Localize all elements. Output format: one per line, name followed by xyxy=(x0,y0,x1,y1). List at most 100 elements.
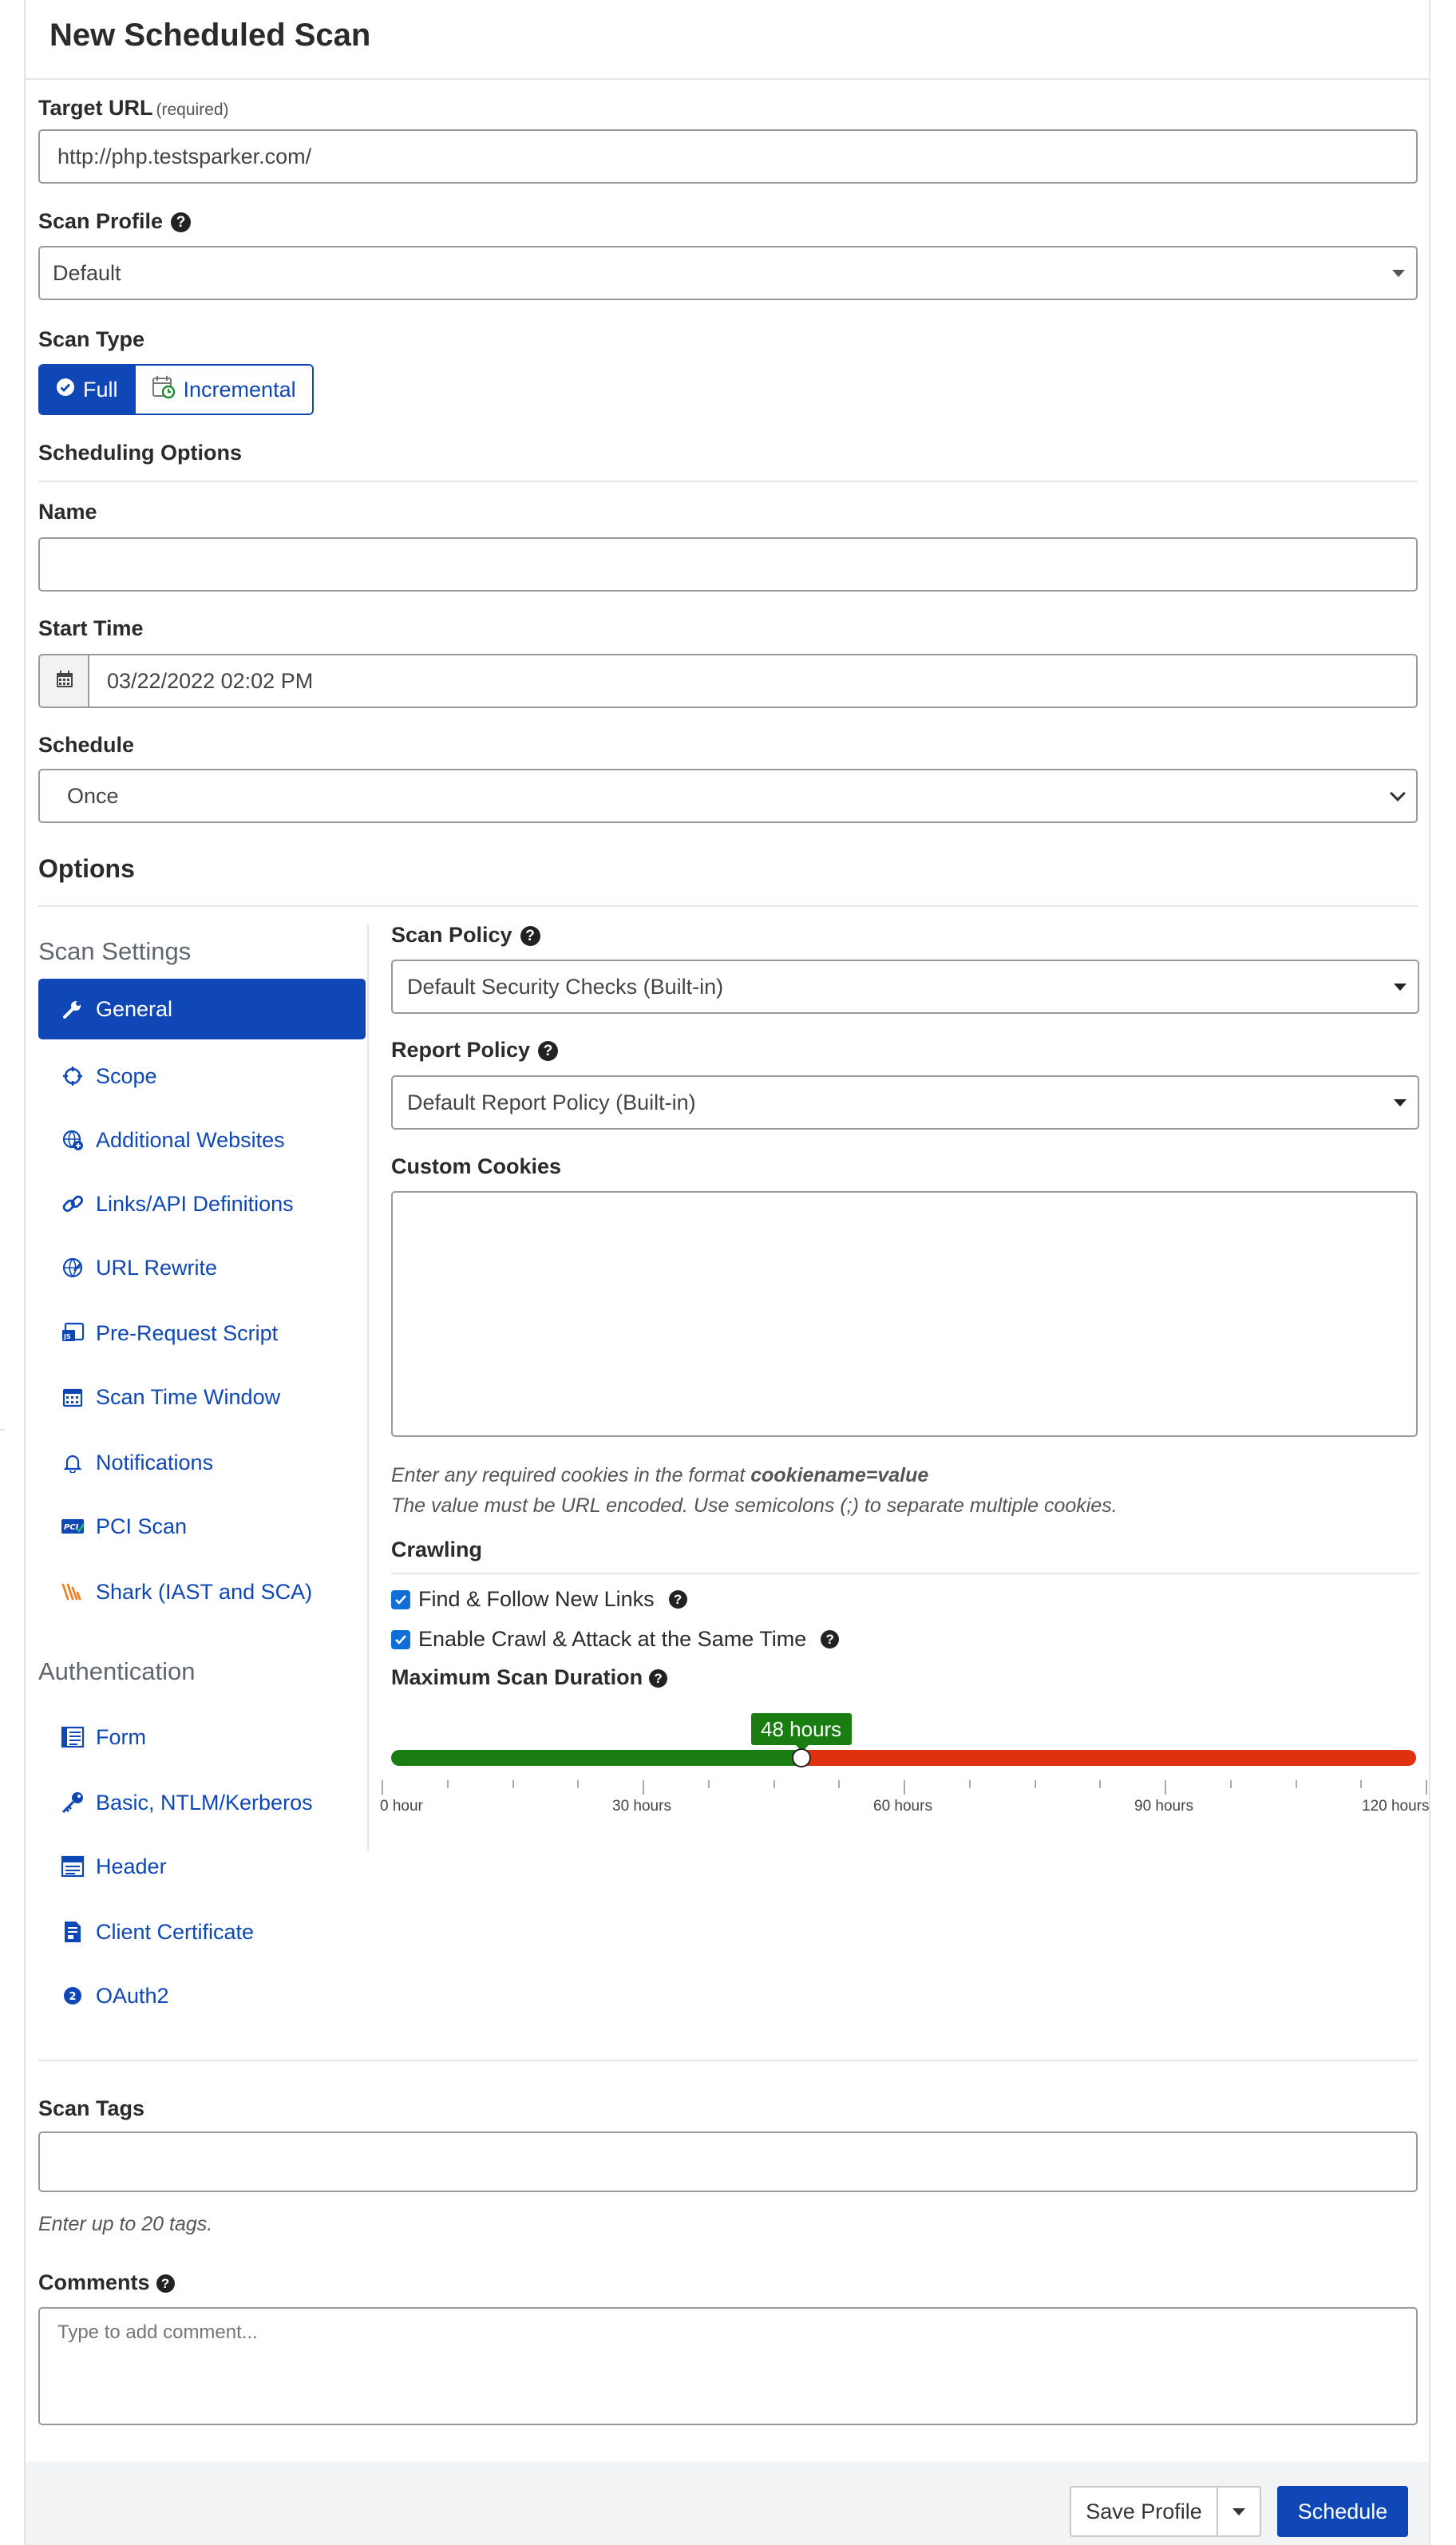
cookies-hint-line2: The value must be URL encoded. Use semic… xyxy=(391,1494,1118,1517)
oauth-icon: 2 xyxy=(61,1984,85,2008)
slider-tick xyxy=(512,1780,514,1788)
comments-textarea[interactable] xyxy=(38,2307,1418,2425)
options-heading: Options xyxy=(38,854,135,883)
calendar-icon xyxy=(56,670,73,692)
wrench-icon xyxy=(61,997,85,1021)
nav-url-rewrite[interactable]: URL Rewrite xyxy=(38,1237,366,1298)
nav-notifications[interactable]: Notifications xyxy=(38,1432,366,1493)
slider-tick xyxy=(1295,1780,1297,1788)
report-policy-select[interactable]: Default Report Policy (Built-in) xyxy=(391,1075,1419,1130)
duration-slider-filled[interactable] xyxy=(391,1750,801,1766)
schedule-button[interactable]: Schedule xyxy=(1277,2486,1408,2537)
help-icon[interactable]: ? xyxy=(668,1590,687,1609)
target-url-label: Target URL (required) xyxy=(38,96,229,120)
help-icon[interactable]: ? xyxy=(156,2274,175,2293)
nav-links-api[interactable]: Links/API Definitions xyxy=(38,1174,366,1234)
checkbox-checked-icon xyxy=(391,1589,410,1609)
slider-tick xyxy=(1034,1780,1036,1788)
page-title: New Scheduled Scan xyxy=(49,18,371,53)
slider-tick xyxy=(446,1780,449,1788)
name-label: Name xyxy=(38,500,97,524)
duration-slider-remaining[interactable] xyxy=(801,1750,1416,1766)
checkbox-checked-icon xyxy=(391,1629,410,1649)
crosshair-icon xyxy=(61,1064,85,1088)
nav-pre-request-script[interactable]: JS Pre-Request Script xyxy=(38,1303,366,1364)
slider-tick xyxy=(1229,1780,1232,1788)
nav-scope[interactable]: Scope xyxy=(38,1046,366,1106)
slider-tick xyxy=(707,1780,710,1788)
help-icon[interactable]: ? xyxy=(821,1630,840,1649)
nav-general[interactable]: General xyxy=(38,979,366,1039)
chevron-down-icon xyxy=(1390,786,1406,801)
svg-text:PCI: PCI xyxy=(64,1523,79,1532)
nav-auth-basic[interactable]: Basic, NTLM/Kerberos xyxy=(38,1772,366,1833)
target-url-input[interactable]: http://php.testsparker.com/ xyxy=(38,129,1418,184)
duration-slider-handle[interactable] xyxy=(791,1748,811,1767)
options-divider xyxy=(38,905,1418,907)
start-time-input[interactable]: 03/22/2022 02:02 PM xyxy=(88,654,1418,708)
calendar-icon xyxy=(61,1385,85,1409)
caret-down-icon xyxy=(1232,2507,1245,2515)
save-profile-button[interactable]: Save Profile xyxy=(1070,2486,1218,2537)
nav-auth-header[interactable]: Header xyxy=(38,1836,366,1897)
nav-pci-scan[interactable]: PCI PCI Scan xyxy=(38,1496,366,1557)
scan-type-incremental-button[interactable]: Incremental xyxy=(133,366,312,414)
scan-tags-hint: Enter up to 20 tags. xyxy=(38,2213,213,2235)
slider-tick xyxy=(904,1780,905,1795)
calendar-clock-icon xyxy=(152,375,176,405)
nav-scan-time-window[interactable]: Scan Time Window xyxy=(38,1367,366,1427)
nav-auth-oauth2[interactable]: 2 OAuth2 xyxy=(38,1965,366,2026)
crawling-divider xyxy=(391,1573,1419,1574)
scan-settings-heading: Scan Settings xyxy=(38,937,192,965)
globe-plus-icon xyxy=(61,1128,85,1152)
calendar-button[interactable] xyxy=(38,654,89,708)
slider-tick xyxy=(838,1780,841,1788)
help-icon[interactable]: ? xyxy=(520,926,540,946)
cookies-hint-line1: Enter any required cookies in the format… xyxy=(391,1464,929,1486)
form-icon xyxy=(61,1725,85,1749)
side-edge-mark xyxy=(0,1429,5,1431)
pci-icon: PCI xyxy=(61,1514,85,1538)
slider-tick xyxy=(1426,1780,1427,1795)
help-icon[interactable]: ? xyxy=(171,212,192,232)
options-column-divider xyxy=(367,924,369,1850)
name-input[interactable] xyxy=(38,537,1418,592)
save-profile-dropdown-button[interactable] xyxy=(1217,2486,1261,2537)
start-time-label: Start Time xyxy=(38,616,144,640)
duration-slider-tooltip: 48 hours xyxy=(750,1713,852,1751)
slider-tick xyxy=(382,1780,383,1795)
title-divider xyxy=(26,78,1429,80)
scheduling-divider xyxy=(38,481,1418,482)
scan-type-full-button[interactable]: Full xyxy=(40,366,134,414)
caret-down-icon xyxy=(1392,270,1405,277)
scan-tags-input[interactable] xyxy=(38,2131,1418,2192)
custom-cookies-textarea[interactable] xyxy=(391,1191,1418,1437)
bell-icon xyxy=(61,1451,85,1474)
script-icon: JS xyxy=(61,1321,85,1345)
slider-tick xyxy=(968,1780,971,1788)
header-icon xyxy=(61,1854,85,1878)
svg-text:2: 2 xyxy=(69,1991,77,2003)
shark-icon xyxy=(61,1580,85,1604)
authentication-heading: Authentication xyxy=(38,1657,196,1685)
certificate-icon xyxy=(61,1920,85,1944)
nav-auth-form[interactable]: Form xyxy=(38,1707,366,1767)
scan-profile-label: Scan Profile? xyxy=(38,209,192,234)
slider-tick-label: 120 hours xyxy=(1362,1798,1430,1815)
nav-shark[interactable]: Shark (IAST and SCA) xyxy=(38,1561,366,1622)
slider-tick xyxy=(773,1780,775,1788)
nav-auth-client-certificate[interactable]: Client Certificate xyxy=(38,1902,366,1962)
max-scan-duration-label: Maximum Scan Duration? xyxy=(391,1665,668,1690)
help-icon[interactable]: ? xyxy=(649,1669,668,1688)
scheduling-options-heading: Scheduling Options xyxy=(38,441,242,465)
scan-profile-select[interactable]: Default xyxy=(38,246,1418,300)
key-icon xyxy=(61,1791,85,1815)
schedule-select[interactable]: Once xyxy=(38,769,1418,823)
nav-additional-websites[interactable]: Additional Websites xyxy=(38,1110,366,1170)
find-follow-checkbox[interactable]: Find & Follow New Links? xyxy=(391,1587,687,1612)
schedule-label: Schedule xyxy=(38,733,135,757)
help-icon[interactable]: ? xyxy=(538,1041,559,1061)
caret-down-icon xyxy=(1394,984,1407,991)
scan-policy-select[interactable]: Default Security Checks (Built-in) xyxy=(391,960,1419,1014)
crawl-attack-checkbox[interactable]: Enable Crawl & Attack at the Same Time? xyxy=(391,1627,840,1652)
